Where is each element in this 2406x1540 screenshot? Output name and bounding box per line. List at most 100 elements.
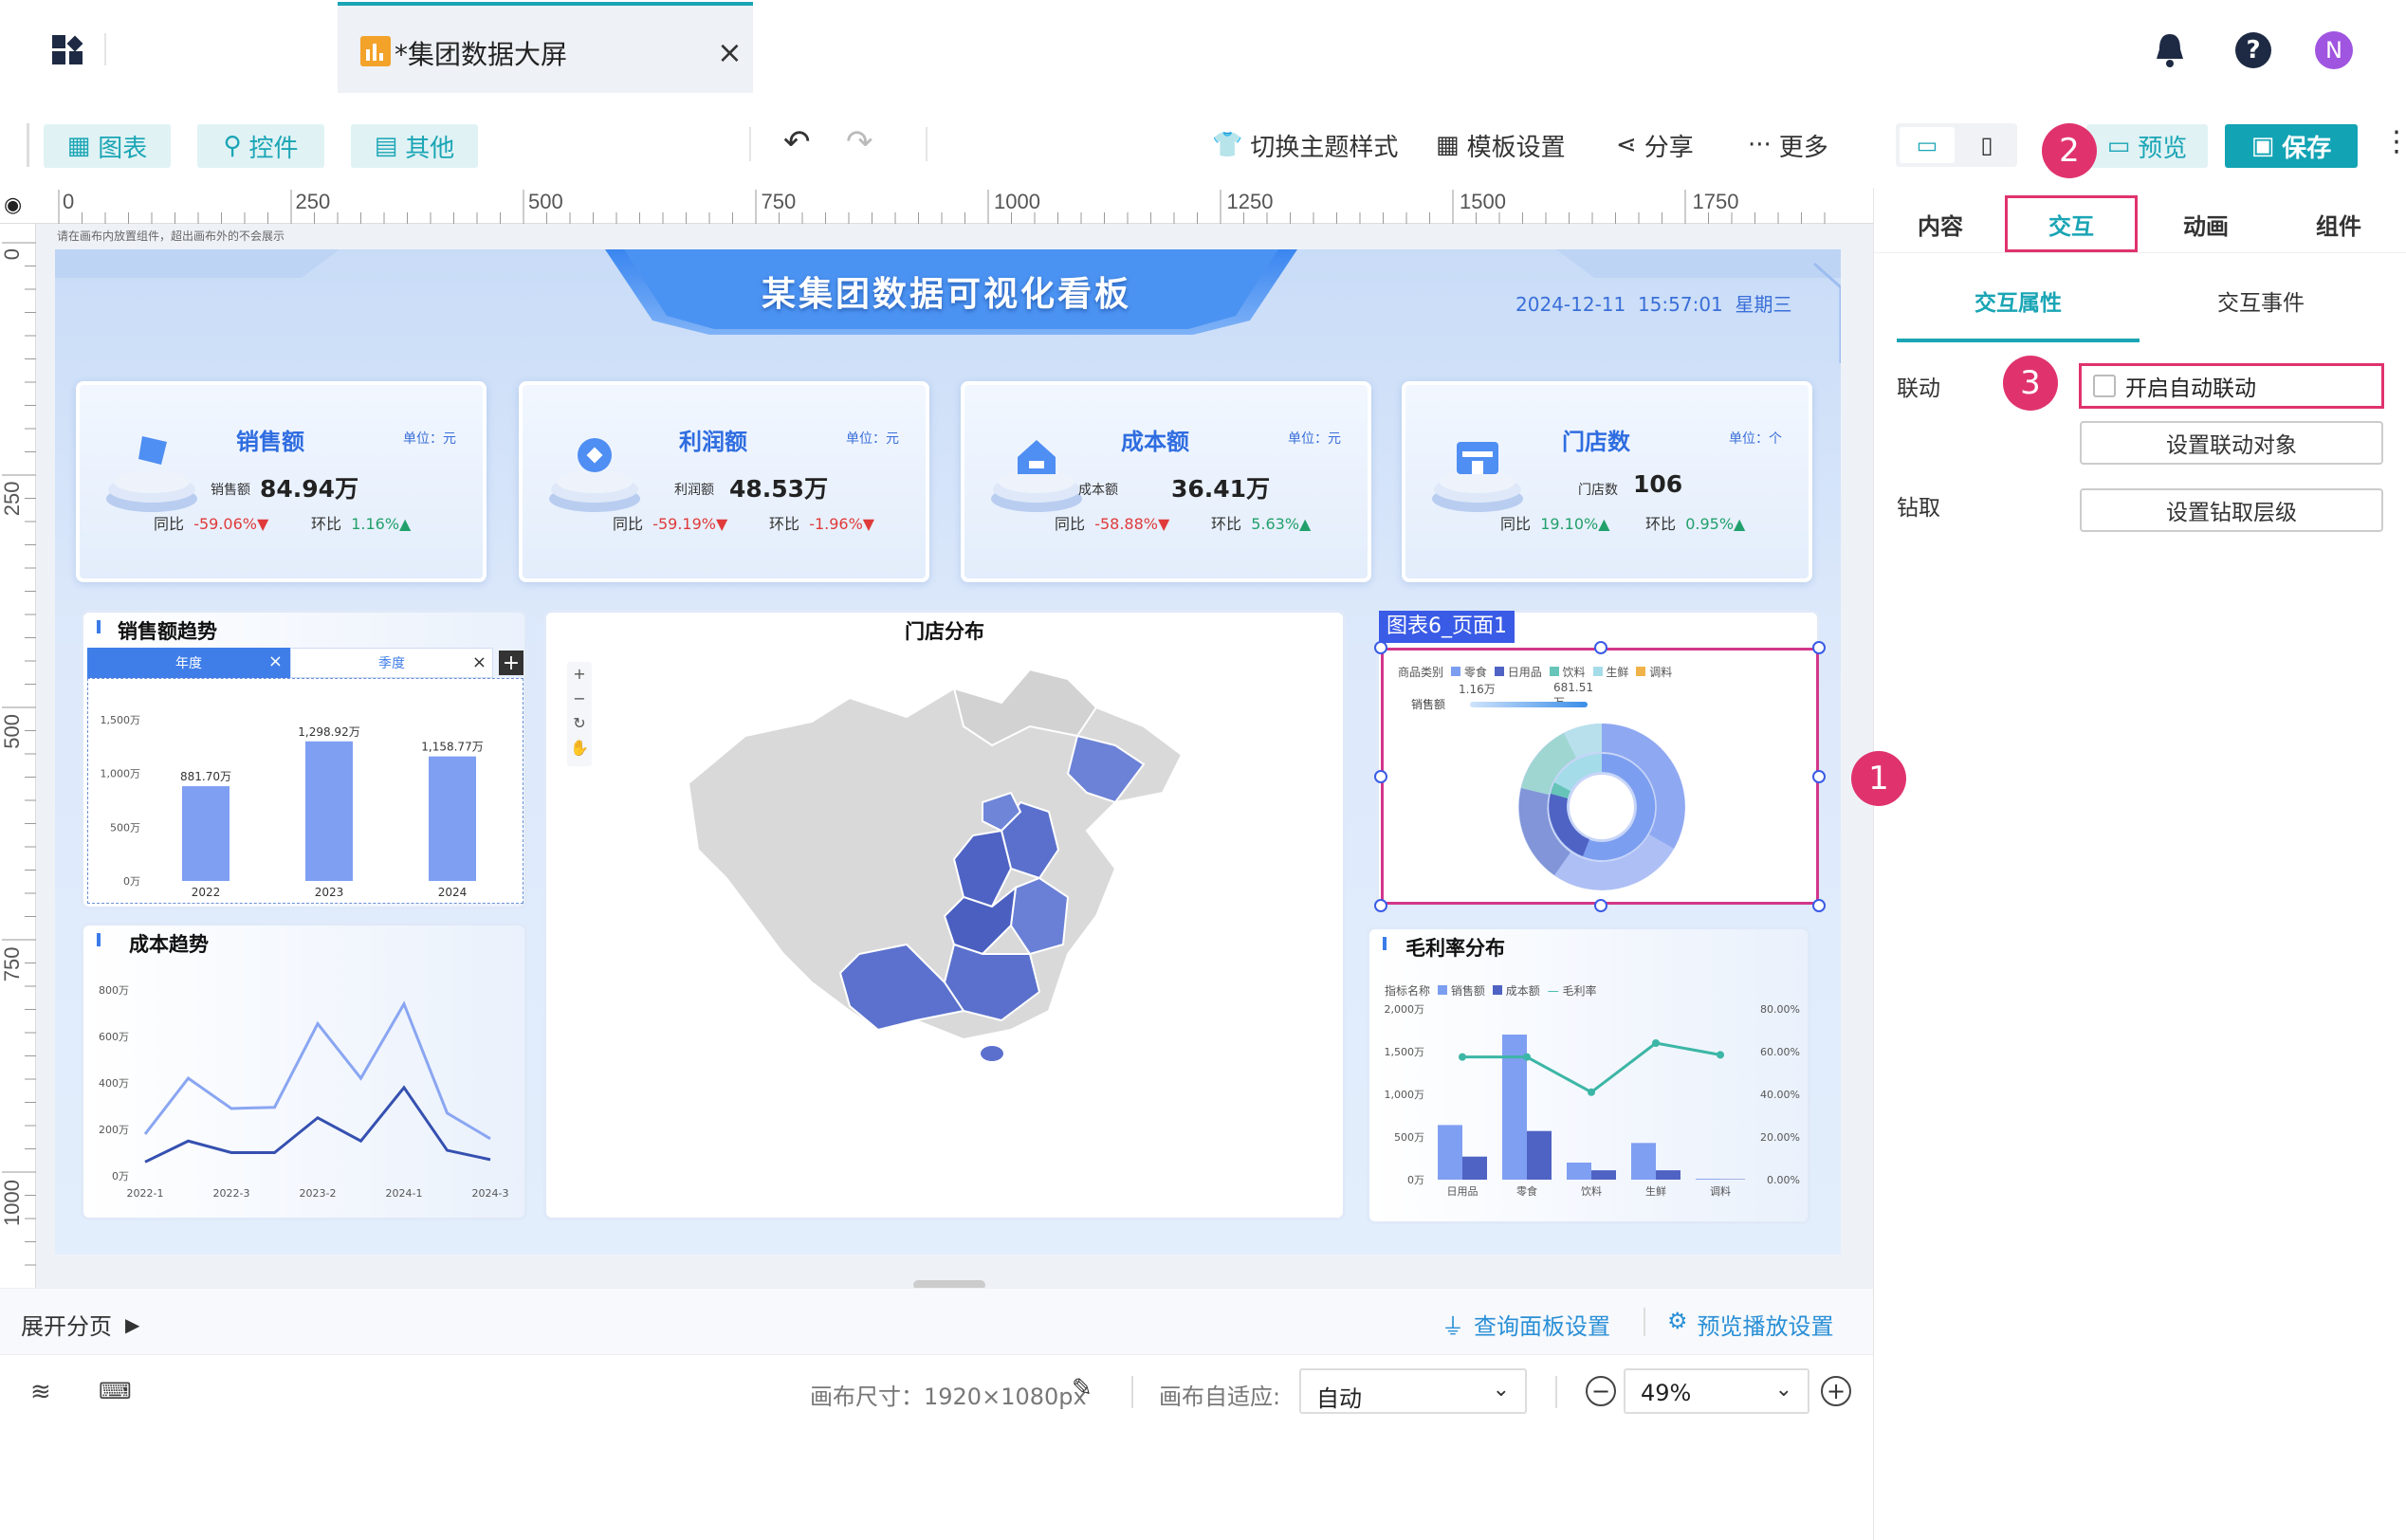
- set-link-target-button[interactable]: 设置联动对象: [2080, 421, 2383, 465]
- add-tab-button[interactable]: +: [499, 651, 523, 675]
- hand-icon[interactable]: ✋: [567, 736, 592, 761]
- kebab-icon[interactable]: ⋮: [2382, 125, 2406, 158]
- legend-item[interactable]: 成本额: [1492, 982, 1540, 999]
- auto-link-checkbox-row[interactable]: 开启自动联动: [2079, 363, 2384, 409]
- kpi-card-stores[interactable]: 门店数 单位：个 门店数 106 同比 19.10%▲ 环比 0.95%▲: [1402, 381, 1812, 582]
- x-tick-label: 零食: [1516, 1184, 1537, 1198]
- tab-content[interactable]: 内容: [1874, 195, 2007, 252]
- ellipsis-icon: ···: [1748, 131, 1772, 159]
- eye-icon[interactable]: ◉: [4, 193, 22, 217]
- template-label: 模板设置: [1466, 133, 1566, 162]
- zoom-out-button[interactable]: −: [1586, 1376, 1616, 1406]
- legend-item[interactable]: 日用品: [1494, 664, 1542, 680]
- x-tick-label: 2024-1: [386, 1187, 423, 1200]
- save-button[interactable]: ▣ 保存: [2225, 124, 2358, 168]
- ruler-label: 0: [63, 190, 74, 213]
- close-icon[interactable]: ×: [268, 651, 283, 671]
- size-value: 1920×1080px: [924, 1384, 1087, 1410]
- tab-year[interactable]: 年度 ×: [87, 648, 290, 678]
- tab-animation[interactable]: 动画: [2140, 195, 2272, 252]
- keyboard-icon[interactable]: ⌨: [99, 1378, 132, 1404]
- y-tick-label: 0万: [1407, 1174, 1424, 1186]
- zoom-out-icon[interactable]: −: [567, 687, 592, 711]
- control-button[interactable]: ⚲ 控件: [197, 124, 324, 168]
- layers-icon[interactable]: ≋: [30, 1378, 51, 1406]
- undo-icon[interactable]: ↶: [783, 123, 811, 161]
- subtab-events[interactable]: 交互事件: [2140, 284, 2382, 317]
- other-button[interactable]: ▤ 其他: [351, 124, 478, 168]
- kpi-yoy: 同比 -58.88%▼: [1055, 511, 1169, 534]
- tab-interaction[interactable]: 交互: [2005, 195, 2138, 252]
- mom-value: 5.63%: [1251, 515, 1300, 533]
- close-icon[interactable]: ×: [472, 652, 487, 672]
- chart-button[interactable]: ▦ 图表: [44, 124, 171, 168]
- bell-icon[interactable]: [2154, 32, 2186, 72]
- share-icon: ⋖: [1616, 131, 1637, 159]
- checkbox[interactable]: [2093, 375, 2116, 397]
- up-arrow-icon: ▲: [1299, 515, 1312, 533]
- tablet-icon[interactable]: ▯: [1960, 127, 2013, 163]
- share-button[interactable]: ⋖ 分享: [1616, 126, 1694, 164]
- x-tick-label: 2022: [192, 886, 221, 899]
- legend-item[interactable]: — 毛利率: [1548, 982, 1597, 999]
- zoom-select[interactable]: 49% ⌄: [1624, 1368, 1809, 1414]
- x-tick-label: 2023: [315, 886, 344, 899]
- tab-dashboard[interactable]: *集团数据大屏 ×: [338, 2, 753, 93]
- legend-label: 零食: [1463, 666, 1487, 679]
- tab-quarter[interactable]: 季度 ×: [290, 648, 493, 678]
- legend-item[interactable]: 调料: [1636, 664, 1672, 680]
- canvas-size: 画布尺寸：1920×1080px: [810, 1378, 1087, 1411]
- help-icon[interactable]: ?: [2235, 32, 2271, 68]
- zoom-in-button[interactable]: +: [1821, 1376, 1851, 1406]
- kpi-card-sales[interactable]: 销售额 单位：元 销售额 84.94万 同比 -59.06%▼ 环比 1.16%…: [76, 381, 487, 582]
- query-panel-button[interactable]: ⏚ 查询面板设置: [1442, 1308, 1610, 1341]
- close-icon[interactable]: ×: [717, 34, 743, 70]
- edit-icon[interactable]: ✎: [1072, 1374, 1093, 1402]
- zoom-value: 49%: [1641, 1380, 1692, 1406]
- desktop-icon[interactable]: ▭: [1900, 127, 1955, 163]
- share-label: 分享: [1644, 133, 1694, 162]
- kpi-title: 利润额: [679, 429, 747, 455]
- legend-item[interactable]: 生鲜: [1592, 664, 1628, 680]
- range-bar[interactable]: [1470, 702, 1588, 707]
- set-drill-level-button[interactable]: 设置钻取层级: [2080, 488, 2383, 532]
- reset-icon[interactable]: ↻: [567, 711, 592, 736]
- store-map-panel[interactable]: 门店分布 + − ↻ ✋: [546, 613, 1343, 1218]
- theme-button[interactable]: 👕 切换主题样式: [1212, 126, 1398, 164]
- ruler-label: 750: [762, 190, 797, 213]
- redo-icon[interactable]: ↷: [846, 123, 873, 161]
- mom-value: 0.95%: [1685, 515, 1735, 533]
- kpi-mom: 环比 5.63%▲: [1211, 511, 1311, 534]
- y-tick-label: 0万: [112, 1170, 129, 1182]
- kpi-value: 36.41万: [1171, 475, 1271, 503]
- legend-label: 销售额: [1450, 984, 1485, 998]
- tab-component[interactable]: 组件: [2272, 195, 2405, 252]
- legend-item[interactable]: 饮料: [1549, 664, 1586, 680]
- kpi-card-profit[interactable]: 利润额 单位：元 利润额 48.53万 同比 -59.19%▼ 环比 -1.96…: [519, 381, 929, 582]
- legend-item[interactable]: 零食: [1451, 664, 1487, 680]
- more-button[interactable]: ··· 更多: [1748, 126, 1828, 164]
- device-switch: ▭ ▯: [1896, 123, 2017, 167]
- kpi-mom: 环比 1.16%▲: [311, 511, 411, 534]
- other-label: 其他: [405, 134, 455, 163]
- legend-item[interactable]: 销售额: [1438, 982, 1485, 999]
- line-point: [1588, 1088, 1595, 1096]
- line-point: [1523, 1053, 1531, 1061]
- subtab-properties[interactable]: 交互属性: [1897, 284, 2140, 317]
- template-button[interactable]: ▦ 模板设置: [1436, 126, 1566, 164]
- playback-settings-button[interactable]: ⚙ 预览播放设置: [1667, 1308, 1834, 1341]
- cost-line-chart: 0万 200万 400万 600万 800万 2022-1 2022-3 2023-2 2024…: [99, 984, 508, 1200]
- bar: [1656, 1170, 1681, 1180]
- expand-pages-button[interactable]: 展开分页 ▶: [21, 1308, 139, 1341]
- zoom-in-icon[interactable]: +: [567, 662, 592, 687]
- fit-select[interactable]: 自动 ⌄: [1299, 1368, 1527, 1414]
- avatar[interactable]: N: [2315, 31, 2353, 69]
- x-tick-label: 饮料: [1581, 1184, 1602, 1198]
- legend-title: 商品类别: [1398, 666, 1444, 679]
- legend-title: 指标名称: [1385, 984, 1431, 998]
- kpi-yoy: 同比 19.10%▲: [1500, 511, 1610, 534]
- preview-button[interactable]: ▭ 预览: [2086, 124, 2208, 168]
- time: 15:57:01: [1637, 293, 1723, 316]
- kpi-card-cost[interactable]: 成本额 单位：元 成本额 36.41万 同比 -58.88%▼ 环比 5.63%…: [961, 381, 1371, 582]
- apps-grid-icon[interactable]: [51, 32, 85, 66]
